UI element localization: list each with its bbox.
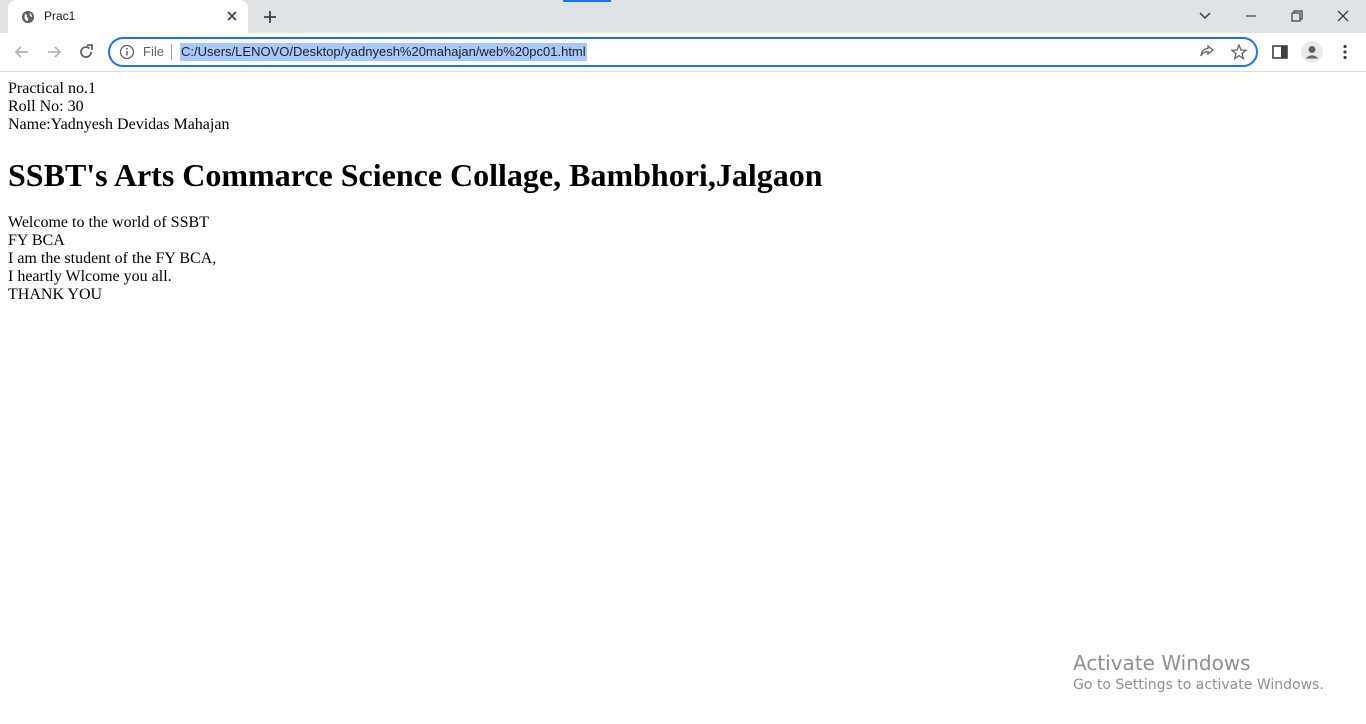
- globe-icon: [21, 10, 35, 24]
- body-line: I heartly Wlcome you all.: [8, 268, 172, 285]
- url-input[interactable]: C:/Users/LENOVO/Desktop/yadnyesh%20mahaj…: [180, 43, 587, 61]
- activate-windows-title: Activate Windows: [1073, 651, 1251, 675]
- page-content: Practical no.1 Roll No: 30 Name:Yadnyesh…: [0, 72, 1366, 724]
- body-line: FY BCA: [8, 232, 65, 249]
- profile-avatar-icon[interactable]: [1300, 40, 1324, 64]
- roll-number-text: Roll No: 30: [8, 98, 84, 115]
- body-line: THANK YOU: [8, 286, 103, 303]
- body-line: I am the student of the FY BCA,: [8, 250, 217, 267]
- forward-arrow-icon[interactable]: [44, 42, 64, 62]
- reload-icon[interactable]: [76, 42, 96, 62]
- side-panel-icon[interactable]: [1270, 42, 1290, 62]
- activate-windows-subtitle: Go to Settings to activate Windows.: [1073, 677, 1324, 693]
- close-window-icon[interactable]: [1333, 6, 1353, 26]
- share-icon[interactable]: [1198, 43, 1216, 61]
- tab-search-chevron-icon[interactable]: [1195, 6, 1215, 26]
- more-menu-icon[interactable]: [1335, 42, 1355, 62]
- tab-prac1[interactable]: Prac1: [8, 0, 248, 33]
- info-icon[interactable]: [119, 44, 135, 60]
- scheme-chip-label[interactable]: File: [143, 44, 164, 59]
- body-line: Welcome to the world of SSBT: [8, 214, 209, 231]
- tab-title: Prac1: [44, 9, 76, 23]
- tab-strip: Prac1: [0, 0, 1366, 33]
- chip-divider: [171, 44, 172, 60]
- minimize-icon[interactable]: [1241, 6, 1261, 26]
- practical-number-text: Practical no.1: [8, 80, 96, 97]
- bookmark-star-icon[interactable]: [1230, 43, 1248, 61]
- restore-icon[interactable]: [1287, 6, 1307, 26]
- tab-group-indicator: [563, 0, 611, 2]
- address-bar[interactable]: File C:/Users/LENOVO/Desktop/yadnyesh%20…: [108, 37, 1258, 67]
- student-name-text: Name:Yadnyesh Devidas Mahajan: [8, 116, 230, 133]
- new-tab-icon[interactable]: [261, 8, 279, 26]
- browser-toolbar: File C:/Users/LENOVO/Desktop/yadnyesh%20…: [0, 33, 1366, 72]
- page-heading: SSBT's Arts Commarce Science Collage, Ba…: [8, 157, 823, 193]
- close-tab-icon[interactable]: [224, 8, 240, 24]
- back-arrow-icon[interactable]: [12, 42, 32, 62]
